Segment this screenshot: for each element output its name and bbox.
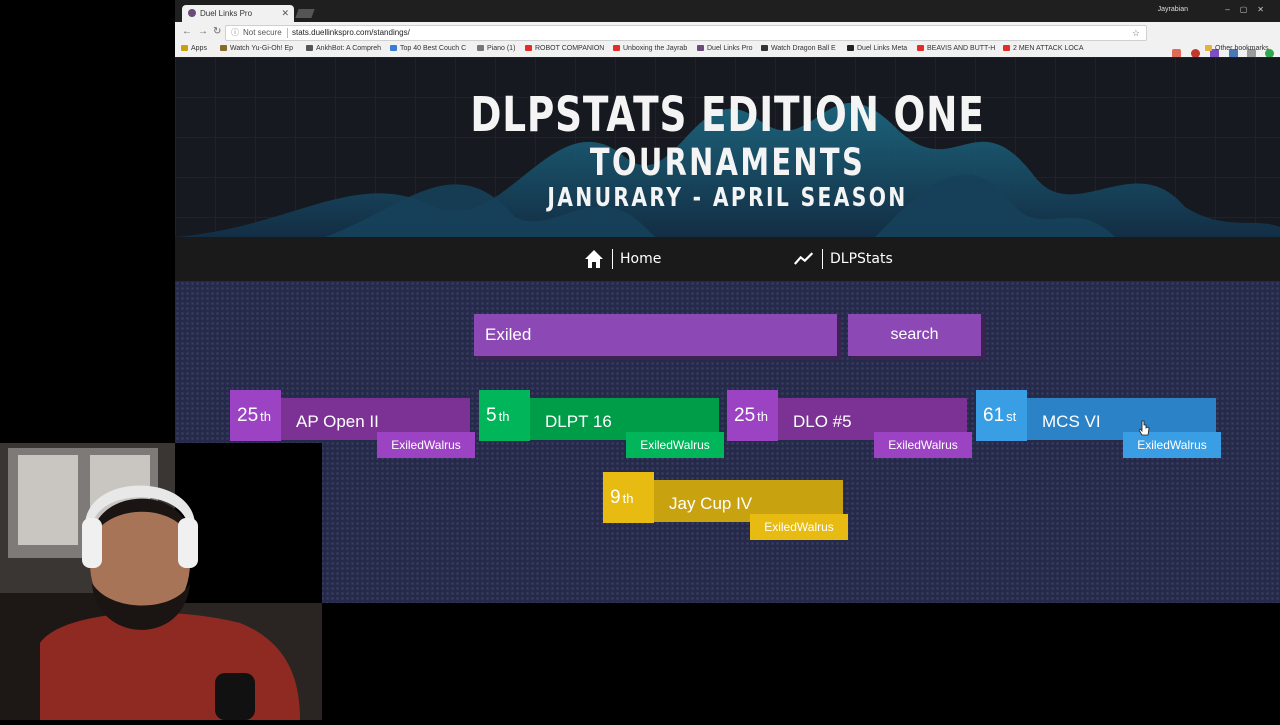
rank-suffix: th <box>498 409 510 424</box>
tournament-name: DLPT 16 <box>545 412 612 431</box>
player-tag[interactable]: ExiledWalrus <box>874 432 972 458</box>
new-tab-button[interactable] <box>295 9 315 18</box>
mouse-cursor-icon <box>1139 420 1150 436</box>
trend-chart-icon <box>794 252 814 265</box>
back-icon[interactable]: ← <box>182 26 192 37</box>
player-tag[interactable]: ExiledWalrus <box>377 432 475 458</box>
rank-number: 61 <box>983 405 1005 426</box>
rank-badge: 61st <box>976 390 1027 441</box>
tournament-name: AP Open II <box>296 412 379 431</box>
bookmarks-bar: Apps Watch Yu-Gi-Oh! Ep AnkhBot: A Compr… <box>175 42 1280 57</box>
tab-title: Duel Links Pro <box>200 9 253 18</box>
rank-badge: 9th <box>603 472 654 523</box>
bookmark-item[interactable]: 2 MEN ATTACK LOCA <box>1003 45 1084 52</box>
tournament-name: Jay Cup IV <box>669 494 753 513</box>
rank-suffix: st <box>1006 409 1017 424</box>
rank-number: 9 <box>610 487 621 508</box>
streamer-webcam-image <box>0 443 322 720</box>
info-icon[interactable]: ⓘ <box>231 26 239 40</box>
bookmark-item[interactable]: Apps <box>181 45 207 52</box>
search-button[interactable]: search <box>848 314 981 356</box>
bookmark-item[interactable]: AnkhBot: A Compreh <box>306 45 381 52</box>
rank-badge: 25th <box>727 390 778 441</box>
close-tab-icon[interactable]: ✕ <box>281 5 289 22</box>
hero-banner: DLPSTATS EDITION ONE TOURNAMENTS JANURAR… <box>175 57 1280 237</box>
other-bookmarks[interactable]: Other bookmarks <box>1205 45 1269 52</box>
search-input[interactable] <box>474 314 837 356</box>
site-navbar: Home DLPStats <box>175 237 1280 281</box>
security-label: Not secure <box>243 28 282 37</box>
rank-number: 25 <box>734 405 756 426</box>
hero-subtitle: TOURNAMENTS <box>589 141 866 184</box>
reload-icon[interactable]: ↻ <box>213 26 221 37</box>
window-controls[interactable]: –▢✕ <box>1225 5 1274 14</box>
hero-season: JANURARY - APRIL SEASON <box>547 183 908 213</box>
bookmark-item[interactable]: Top 40 Best Couch C <box>390 45 466 52</box>
site-favicon-icon <box>188 9 196 17</box>
rank-badge: 5th <box>479 390 530 441</box>
bookmark-item[interactable]: Watch Dragon Ball E <box>761 45 836 52</box>
nav-divider <box>612 249 613 269</box>
rank-suffix: th <box>757 409 768 424</box>
bookmark-star-icon[interactable]: ☆ <box>1132 26 1140 40</box>
standings-section: search 25th AP Open II ExiledWalrus 5th … <box>175 281 1280 603</box>
address-row: ← → ↻ ⓘ Not secure stats.duellinkspro.co… <box>175 22 1280 58</box>
bookmark-item[interactable]: Duel Links Pro <box>697 45 753 52</box>
rank-suffix: th <box>260 409 271 424</box>
webcam-overlay <box>0 443 322 720</box>
bookmark-item[interactable]: Unboxing the Jayrab <box>613 45 687 52</box>
tournament-name: DLO #5 <box>793 412 852 431</box>
player-tag[interactable]: ExiledWalrus <box>1123 432 1221 458</box>
player-tag[interactable]: ExiledWalrus <box>750 514 848 540</box>
player-tag[interactable]: ExiledWalrus <box>626 432 724 458</box>
profile-name[interactable]: Jayrabian <box>1158 6 1188 13</box>
rank-number: 25 <box>237 405 259 426</box>
forward-icon[interactable]: → <box>198 26 208 37</box>
bookmark-item[interactable]: Watch Yu-Gi-Oh! Ep <box>220 45 293 52</box>
tournament-name: MCS VI <box>1042 412 1101 431</box>
home-icon <box>585 250 603 268</box>
bookmark-item[interactable]: BEAVIS AND BUTT-H <box>917 45 995 52</box>
address-divider <box>287 28 288 38</box>
nav-dlpstats-label: DLPStats <box>830 251 893 267</box>
browser-chrome: Duel Links Pro ✕ Jayrabian –▢✕ ← → ↻ ⓘ N… <box>175 0 1280 58</box>
bookmark-item[interactable]: Duel Links Meta <box>847 45 907 52</box>
bookmark-item[interactable]: Piano (1) <box>477 45 515 52</box>
rank-badge: 25th <box>230 390 281 441</box>
nav-divider <box>822 249 823 269</box>
url-text[interactable]: stats.duellinkspro.com/standings/ <box>292 26 410 40</box>
hero-title: DLPSTATS EDITION ONE <box>470 87 985 143</box>
nav-home-label: Home <box>620 251 662 267</box>
rank-number: 5 <box>486 405 497 426</box>
rank-suffix: th <box>622 491 634 506</box>
browser-tab[interactable]: Duel Links Pro ✕ <box>182 5 294 22</box>
web-page: DLPSTATS EDITION ONE TOURNAMENTS JANURAR… <box>175 57 1280 603</box>
bookmark-item[interactable]: ROBOT COMPANION <box>525 45 604 52</box>
address-bar[interactable]: ⓘ Not secure stats.duellinkspro.com/stan… <box>225 25 1147 41</box>
tab-strip: Duel Links Pro ✕ Jayrabian –▢✕ <box>175 0 1280 22</box>
